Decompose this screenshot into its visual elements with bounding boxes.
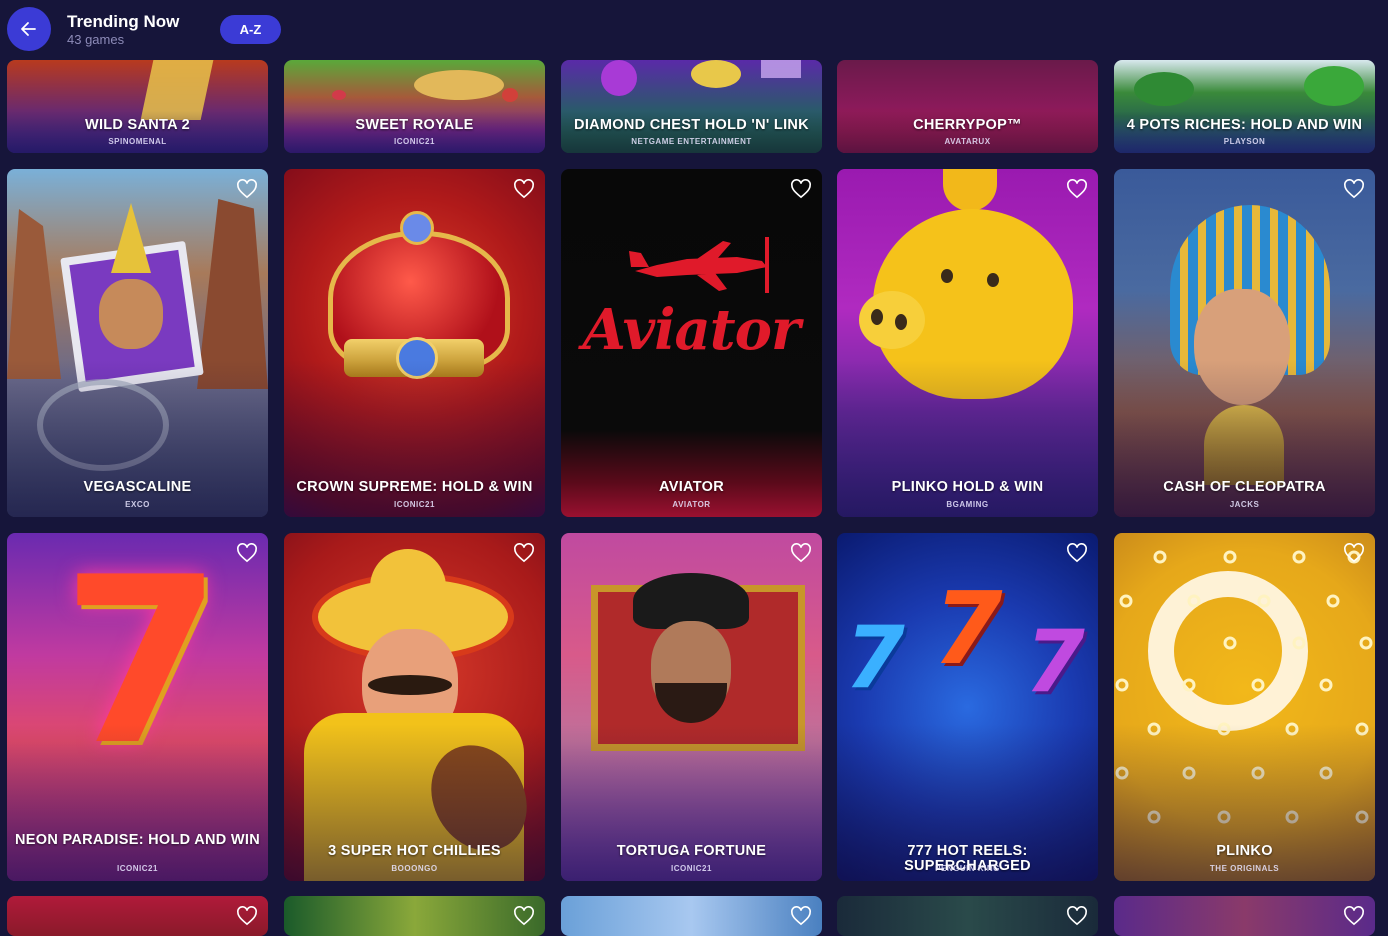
- game-card-777-hot-reels[interactable]: 7 7 7 777 HOT REELS: SUPERCHARGED PENGUI…: [837, 533, 1098, 881]
- favorite-heart-icon[interactable]: [1066, 179, 1088, 199]
- game-card-neon-paradise[interactable]: 7 NEON PARADISE: HOLD AND WIN ICONIC21: [7, 533, 268, 881]
- favorite-heart-icon[interactable]: [236, 543, 258, 563]
- game-title: NEON PARADISE: HOLD AND WIN: [15, 832, 260, 848]
- game-provider: BOOONGO: [391, 864, 438, 873]
- game-provider: ICONIC21: [671, 864, 712, 873]
- game-provider: THE ORIGINALS: [1209, 864, 1280, 873]
- seven-symbol: 7: [1025, 612, 1085, 712]
- favorite-heart-icon[interactable]: [513, 543, 535, 563]
- game-card-partial[interactable]: [284, 896, 545, 936]
- favorite-heart-icon[interactable]: [790, 906, 812, 926]
- game-title: 3 SUPER HOT CHILLIES: [328, 843, 501, 859]
- top-bar: Trending Now 43 games A-Z: [0, 0, 1388, 60]
- favorite-heart-icon[interactable]: [1343, 906, 1365, 926]
- game-title: CASH OF CLEOPATRA: [1163, 479, 1326, 495]
- game-card-partial[interactable]: [561, 896, 822, 936]
- game-card-sweet-royale[interactable]: SWEET ROYALE ICONIC21: [284, 60, 545, 153]
- game-card-3-super-hot-chillies[interactable]: 3 SUPER HOT CHILLIES BOOONGO: [284, 533, 545, 881]
- favorite-heart-icon[interactable]: [1066, 906, 1088, 926]
- aviator-logo: Aviator: [582, 297, 801, 363]
- favorite-heart-icon[interactable]: [790, 179, 812, 199]
- game-card-wild-santa-2[interactable]: WILD SANTA 2 SPINOMENAL: [7, 60, 268, 153]
- back-button[interactable]: [7, 7, 51, 51]
- game-title: AVIATOR: [659, 479, 724, 495]
- game-card-partial[interactable]: [1114, 896, 1375, 936]
- plane-icon: [629, 237, 769, 293]
- game-card-tortuga-fortune[interactable]: TORTUGA FORTUNE ICONIC21: [561, 533, 822, 881]
- game-thumbnail: [561, 896, 822, 936]
- game-card-cash-of-cleopatra[interactable]: CASH OF CLEOPATRA JACKS: [1114, 169, 1375, 517]
- game-title: DIAMOND CHEST HOLD 'N' LINK: [574, 117, 809, 133]
- favorite-heart-icon[interactable]: [1343, 543, 1365, 563]
- game-card-plinko[interactable]: PLINKO THE ORIGINALS: [1114, 533, 1375, 881]
- favorite-heart-icon[interactable]: [1343, 179, 1365, 199]
- game-provider: AVATARUX: [944, 137, 991, 146]
- favorite-heart-icon[interactable]: [236, 179, 258, 199]
- game-provider: SPINOMENAL: [108, 137, 167, 146]
- game-title: WILD SANTA 2: [84, 117, 191, 133]
- game-card-vegascaline[interactable]: VEGASCALINE EXCO: [7, 169, 268, 517]
- game-provider: JACKS: [1229, 500, 1260, 509]
- game-provider: PENGUIN KING: [935, 864, 1000, 873]
- game-title: VEGASCALINE: [83, 479, 192, 495]
- game-title: CHERRYPOP™: [913, 117, 1022, 133]
- game-card-partial[interactable]: [7, 896, 268, 936]
- favorite-heart-icon[interactable]: [790, 543, 812, 563]
- game-provider: ICONIC21: [394, 500, 435, 509]
- game-title: PLINKO HOLD & WIN: [891, 479, 1044, 495]
- game-thumbnail: [837, 896, 1098, 936]
- game-provider: ICONIC21: [117, 864, 158, 873]
- game-provider: EXCO: [125, 500, 150, 509]
- favorite-heart-icon[interactable]: [513, 179, 535, 199]
- game-card-cherrypop[interactable]: CHERRYPOP™ AVATARUX: [837, 60, 1098, 153]
- game-title: SWEET ROYALE: [355, 117, 474, 133]
- arrow-left-icon: [21, 22, 36, 36]
- game-thumbnail: Aviator: [561, 169, 822, 517]
- seven-symbol: 7: [933, 570, 1003, 687]
- games-count: 43 games: [67, 32, 125, 47]
- game-title: TORTUGA FORTUNE: [616, 843, 767, 859]
- game-provider: BGAMING: [946, 500, 989, 509]
- game-title: CROWN SUPREME: HOLD & WIN: [296, 479, 533, 495]
- game-card-crown-supreme[interactable]: CROWN SUPREME: HOLD & WIN ICONIC21: [284, 169, 545, 517]
- game-thumbnail: [284, 896, 545, 936]
- game-card-plinko-hold-win[interactable]: PLINKO HOLD & WIN BGAMING: [837, 169, 1098, 517]
- game-card-4-pots-riches[interactable]: 4 POTS RICHES: HOLD AND WIN PLAYSON: [1114, 60, 1375, 153]
- page-title: Trending Now: [67, 12, 180, 31]
- game-thumbnail: [1114, 896, 1375, 936]
- game-provider: PLAYSON: [1223, 137, 1266, 146]
- favorite-heart-icon[interactable]: [513, 906, 535, 926]
- game-provider: ICONIC21: [394, 137, 435, 146]
- game-card-partial[interactable]: [837, 896, 1098, 936]
- game-title: PLINKO: [1216, 843, 1273, 859]
- game-provider: AVIATOR: [672, 500, 711, 509]
- game-card-aviator[interactable]: Aviator AVIATOR AVIATOR: [561, 169, 822, 517]
- seven-symbol: 7: [845, 608, 905, 708]
- game-provider: NETGAME ENTERTAINMENT: [631, 137, 752, 146]
- favorite-heart-icon[interactable]: [1066, 543, 1088, 563]
- game-thumbnail: [7, 896, 268, 936]
- game-title: 4 POTS RICHES: HOLD AND WIN: [1126, 117, 1363, 133]
- favorite-heart-icon[interactable]: [236, 906, 258, 926]
- game-card-diamond-chest[interactable]: DIAMOND CHEST HOLD 'N' LINK NETGAME ENTE…: [561, 60, 822, 153]
- sort-az-button[interactable]: A-Z: [220, 15, 281, 44]
